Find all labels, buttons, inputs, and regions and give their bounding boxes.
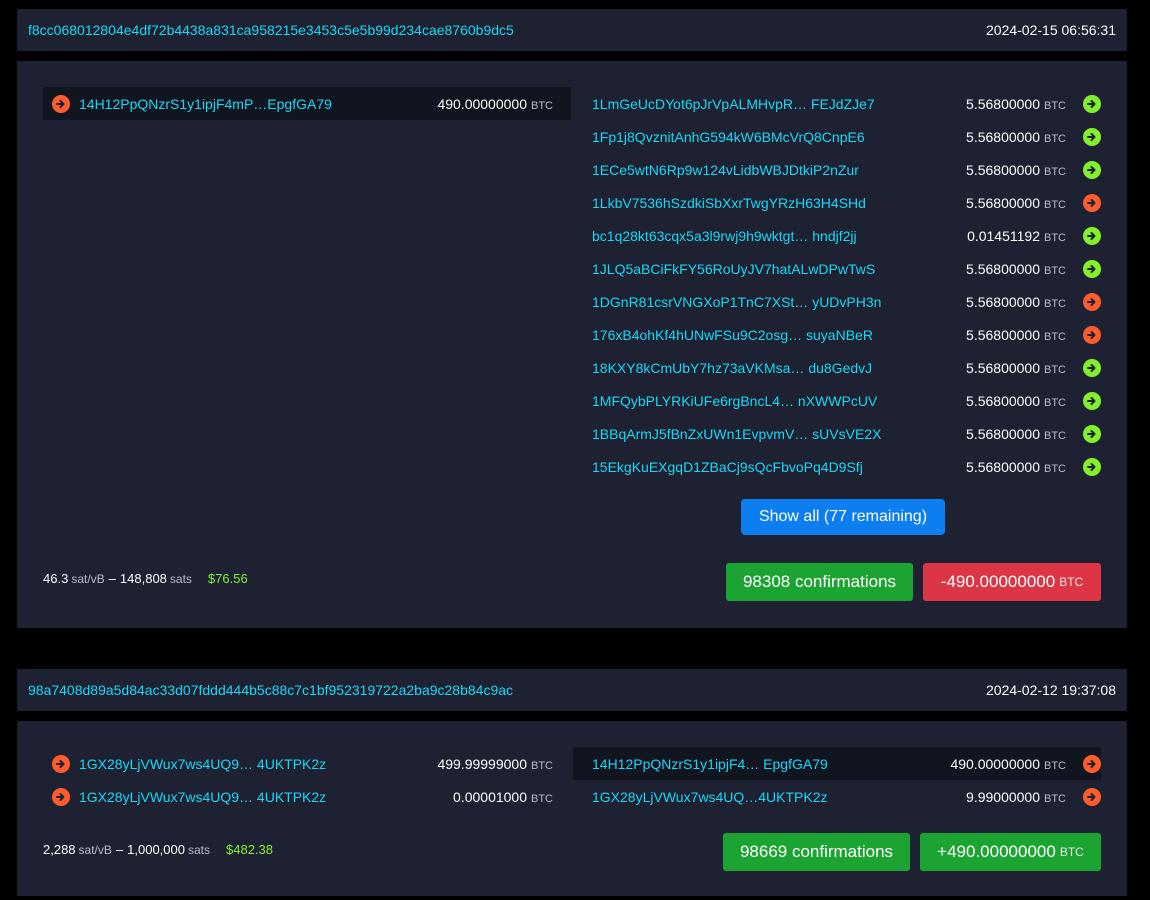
- input-row: 14H12PpQNzrS1y1ipjF4mP…EpgfGA79 490.0000…: [43, 87, 571, 120]
- output-row: 176xB4ohKf4hUNwFSu9C2osg… suyaNBeR 5.5680…: [573, 318, 1101, 351]
- fee-sats: 148,808: [119, 571, 167, 586]
- fee-separator: –: [115, 842, 124, 857]
- output-address-link[interactable]: 1MFQybPLYRKiUFe6rgBncL4… nXWWPcUV: [592, 393, 877, 409]
- confirmations-badge: 98308 confirmations: [726, 563, 913, 601]
- output-address-link[interactable]: 1JLQ5aBCiFkFY56RoUyJV7hatALwDPwTwS: [592, 261, 875, 277]
- arrow-right-circle-icon[interactable]: [1083, 424, 1101, 443]
- tx-body: 1GX28yLjVWux7ws4UQ9… 4UKTPK2z 499.9999900…: [17, 721, 1127, 896]
- arrow-right-circle-icon[interactable]: [1083, 787, 1101, 806]
- output-row: 1BBqArmJ5fBnZxUWn1EvpvmV… sUVsVE2X 5.5680…: [573, 417, 1101, 450]
- arrow-right-circle-icon[interactable]: [1083, 259, 1101, 278]
- input-address-link[interactable]: 1GX28yLjVWux7ws4UQ9… 4UKTPK2z: [79, 789, 326, 805]
- arrow-right-circle-icon[interactable]: [1083, 391, 1101, 410]
- tx-header: f8cc068012804e4df72b4438a831ca958215e345…: [17, 9, 1127, 51]
- output-address-link[interactable]: 1ECe5wtN6Rp9w124vLidbWBJDtkiP2nZur: [592, 162, 859, 178]
- output-amount: 5.56800000 BTC: [966, 194, 1066, 211]
- output-amount: 5.56800000 BTC: [966, 359, 1066, 376]
- input-address-link[interactable]: 1GX28yLjVWux7ws4UQ9… 4UKTPK2z: [79, 756, 326, 772]
- arrow-right-circle-icon[interactable]: [52, 94, 70, 113]
- output-address-link[interactable]: 18KXY8kCmUbY7hz73aVKMsa… du8GedvJ: [592, 360, 872, 376]
- output-row: 1Fp1j8QvznitAnhG594kW6BMcVrQ8CnpE6 5.5680…: [573, 120, 1101, 153]
- output-row: 14H12PpQNzrS1y1ipjF4… EpgfGA79 490.000000…: [573, 747, 1101, 780]
- show-all-button[interactable]: Show all (77 remaining): [741, 499, 945, 535]
- input-amount: 490.00000000 BTC: [437, 95, 553, 112]
- fee-rate: 46.3: [43, 571, 69, 586]
- input-row: 1GX28yLjVWux7ws4UQ9… 4UKTPK2z 0.00001000 B…: [43, 780, 571, 813]
- output-row: 18KXY8kCmUbY7hz73aVKMsa… du8GedvJ 5.56800…: [573, 351, 1101, 384]
- arrow-right-circle-icon[interactable]: [1083, 457, 1101, 476]
- tx-timestamp: 2024-02-12 19:37:08: [986, 682, 1116, 698]
- tx-body: 14H12PpQNzrS1y1ipjF4mP…EpgfGA79 490.0000…: [17, 61, 1127, 628]
- arrow-right-circle-icon[interactable]: [52, 754, 70, 773]
- output-row: bc1q28kt63cqx5a3l9rwj9h9wktgt… hndjf2jj 0…: [573, 219, 1101, 252]
- arrow-right-circle-icon[interactable]: [1083, 325, 1101, 344]
- output-row: 1LkbV7536hSzdkiSbXxrTwgYRzH63H4SHd 5.5680…: [573, 186, 1101, 219]
- output-row: 1DGnR81csrVNGXoP1TnC7XSt… yUDvPH3n 5.5680…: [573, 285, 1101, 318]
- output-address-link[interactable]: 1LmGeUcDYot6pJrVpALMHvpR… FEJdZJe7: [592, 96, 875, 112]
- arrow-right-circle-icon[interactable]: [1083, 94, 1101, 113]
- output-amount: 5.56800000 BTC: [966, 293, 1066, 310]
- fee-info: 2,288 sat/vB – 1,000,000 sats $482.38: [43, 842, 273, 857]
- output-amount: 9.99000000 BTC: [966, 788, 1066, 805]
- fee-info: 46.3 sat/vB – 148,808 sats $76.56: [43, 571, 248, 586]
- output-row: 1MFQybPLYRKiUFe6rgBncL4… nXWWPcUV 5.56800…: [573, 384, 1101, 417]
- fee-separator: –: [108, 571, 116, 586]
- output-row: 1ECe5wtN6Rp9w124vLidbWBJDtkiP2nZur 5.5680…: [573, 153, 1101, 186]
- input-amount: 499.99999000 BTC: [437, 755, 553, 772]
- balance-change-badge: -490.00000000 BTC: [923, 563, 1101, 601]
- fee-usd: $482.38: [226, 842, 273, 857]
- output-amount: 0.01451192 BTC: [967, 227, 1066, 244]
- tx-header: 98a7408d89a5d84ac33d07fddd444b5c88c7c1bf…: [17, 669, 1127, 711]
- output-amount: 5.56800000 BTC: [966, 326, 1066, 343]
- output-amount: 5.56800000 BTC: [966, 95, 1066, 112]
- output-address-link[interactable]: 176xB4ohKf4hUNwFSu9C2osg… suyaNBeR: [592, 327, 873, 343]
- arrow-right-circle-icon[interactable]: [1083, 226, 1101, 245]
- output-amount: 5.56800000 BTC: [966, 161, 1066, 178]
- output-row: 1LmGeUcDYot6pJrVpALMHvpR… FEJdZJe7 5.5680…: [573, 87, 1101, 120]
- arrow-right-circle-icon[interactable]: [1083, 292, 1101, 311]
- arrow-right-circle-icon[interactable]: [1083, 127, 1101, 146]
- output-amount: 5.56800000 BTC: [966, 128, 1066, 145]
- arrow-right-circle-icon[interactable]: [1083, 358, 1101, 377]
- output-row: 1GX28yLjVWux7ws4UQ…4UKTPK2z 9.99000000 BTC: [573, 780, 1101, 813]
- tx-timestamp: 2024-02-15 06:56:31: [986, 22, 1116, 38]
- output-amount: 5.56800000 BTC: [966, 458, 1066, 475]
- output-address-link[interactable]: 1Fp1j8QvznitAnhG594kW6BMcVrQ8CnpE6: [592, 129, 865, 145]
- input-address-link[interactable]: 14H12PpQNzrS1y1ipjF4mP…EpgfGA79: [79, 96, 332, 112]
- output-address-link[interactable]: 1DGnR81csrVNGXoP1TnC7XSt… yUDvPH3n: [592, 294, 881, 310]
- output-address-link[interactable]: 14H12PpQNzrS1y1ipjF4… EpgfGA79: [592, 756, 828, 772]
- input-row: 1GX28yLjVWux7ws4UQ9… 4UKTPK2z 499.9999900…: [43, 747, 571, 780]
- output-address-link[interactable]: 1LkbV7536hSzdkiSbXxrTwgYRzH63H4SHd: [592, 195, 866, 211]
- arrow-right-circle-icon[interactable]: [1083, 160, 1101, 179]
- fee-sats-unit: sats: [187, 843, 210, 857]
- txid-link[interactable]: f8cc068012804e4df72b4438a831ca958215e345…: [28, 22, 514, 38]
- fee-sats-unit: sats: [169, 572, 192, 586]
- output-amount: 5.56800000 BTC: [966, 425, 1066, 442]
- input-amount: 0.00001000 BTC: [453, 788, 553, 805]
- output-amount: 490.00000000 BTC: [950, 755, 1066, 772]
- arrow-right-circle-icon[interactable]: [1083, 754, 1101, 773]
- output-address-link[interactable]: 1BBqArmJ5fBnZxUWn1EvpvmV… sUVsVE2X: [592, 426, 881, 442]
- output-row: 1JLQ5aBCiFkFY56RoUyJV7hatALwDPwTwS 5.5680…: [573, 252, 1101, 285]
- confirmations-badge: 98669 confirmations: [723, 833, 910, 871]
- txid-link[interactable]: 98a7408d89a5d84ac33d07fddd444b5c88c7c1bf…: [28, 682, 513, 698]
- arrow-right-circle-icon[interactable]: [1083, 193, 1101, 212]
- fee-rate: 2,288: [43, 842, 76, 857]
- output-address-link[interactable]: bc1q28kt63cqx5a3l9rwj9h9wktgt… hndjf2jj: [592, 228, 857, 244]
- output-amount: 5.56800000 BTC: [966, 260, 1066, 277]
- balance-change-badge: +490.00000000 BTC: [920, 833, 1101, 871]
- output-row: 15EkgKuEXgqD1ZBaCj9sQcFbvoPq4D9Sfj 5.5680…: [573, 450, 1101, 483]
- fee-sats: 1,000,000: [127, 842, 185, 857]
- output-address-link[interactable]: 15EkgKuEXgqD1ZBaCj9sQcFbvoPq4D9Sfj: [592, 459, 863, 475]
- fee-rate-unit: sat/vB: [78, 843, 112, 857]
- output-amount: 5.56800000 BTC: [966, 392, 1066, 409]
- output-address-link[interactable]: 1GX28yLjVWux7ws4UQ…4UKTPK2z: [592, 789, 828, 805]
- arrow-right-circle-icon[interactable]: [52, 787, 70, 806]
- fee-usd: $76.56: [207, 571, 248, 586]
- fee-rate-unit: sat/vB: [71, 572, 105, 586]
